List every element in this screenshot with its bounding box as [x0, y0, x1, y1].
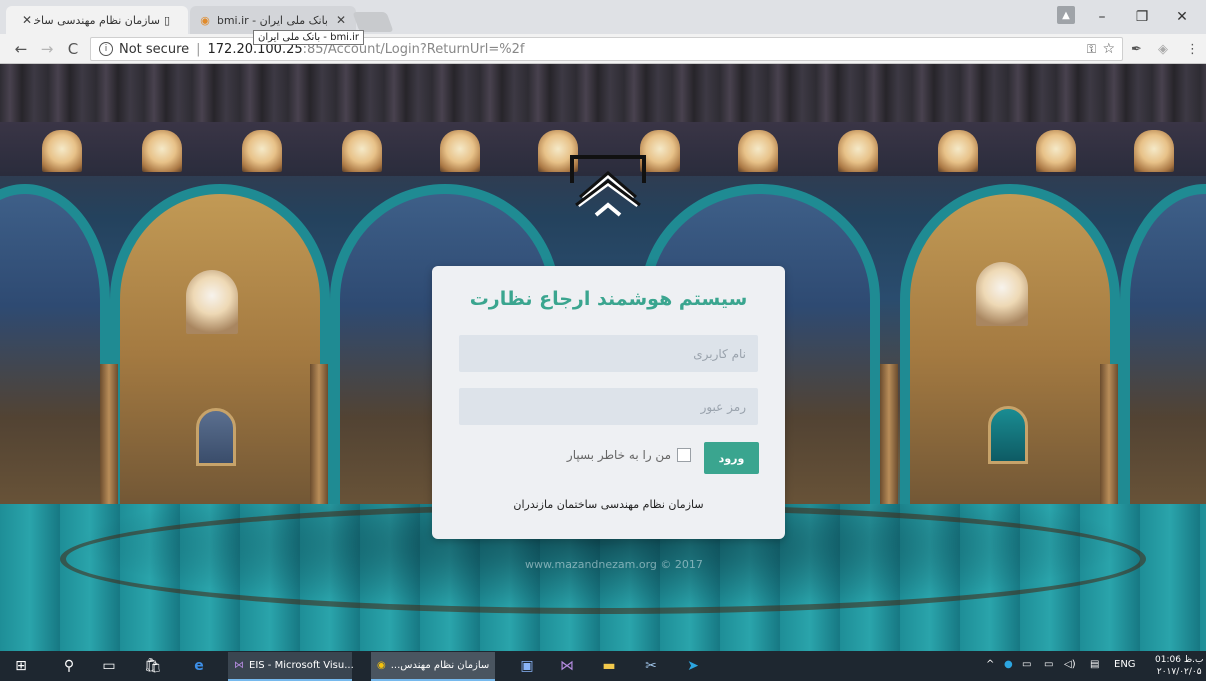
password-input[interactable] — [459, 388, 758, 425]
minimize-button[interactable]: – — [1086, 6, 1118, 28]
store-icon[interactable]: 🛍 — [142, 655, 164, 677]
far-left-arch — [0, 184, 110, 524]
task-view-icon[interactable]: ▭ — [98, 655, 120, 677]
windows-taskbar: ⊞ ⚲ ▭ 🛍 e ⋈ EIS - Microsoft Visu... ◉ ..… — [0, 651, 1206, 681]
login-title: سیستم هوشمند ارجاع نظارت — [469, 288, 748, 310]
copyright-watermark: www.mazandnezam.org © 2017 — [525, 558, 703, 571]
lattice-window — [1134, 130, 1174, 172]
extension-icon[interactable]: ◈ — [1158, 42, 1168, 57]
telegram-icon[interactable]: ➤ — [682, 655, 704, 677]
lattice-window — [1036, 130, 1076, 172]
close-icon[interactable]: ✕ — [20, 13, 34, 27]
new-tab-button[interactable] — [352, 12, 394, 32]
remember-checkbox[interactable] — [677, 448, 691, 462]
taskbar-app-visual-studio[interactable]: ⋈ EIS - Microsoft Visu... — [228, 652, 354, 681]
profile-icon[interactable]: ▲ — [1057, 6, 1075, 24]
right-arch — [900, 184, 1120, 524]
taskbar-app-label: ...سازمان نظام مهندس — [390, 660, 490, 671]
edge-icon[interactable]: e — [188, 655, 210, 677]
taskbar-app-label: EIS - Microsoft Visu... — [249, 660, 354, 671]
remember-label: من را به خاطر بسپار — [566, 448, 671, 462]
address-bar[interactable]: i Not secure | 172.20.100.25:85/Account/… — [90, 37, 1123, 61]
restore-button[interactable]: ❐ — [1126, 6, 1158, 28]
tab-active[interactable]: ✕ سازمان نظام مهندسی ساختمان ▯ — [6, 6, 188, 34]
username-input[interactable] — [459, 335, 758, 372]
lattice-window — [42, 130, 82, 172]
lattice-window — [838, 130, 878, 172]
lattice-window — [342, 130, 382, 172]
left-arch — [110, 184, 330, 524]
visual-studio-icon: ⋈ — [234, 660, 244, 671]
arch-door — [196, 408, 236, 466]
clock-time: 01:06 ب.ظ — [1155, 655, 1204, 665]
address-separator: | — [196, 41, 201, 57]
notification-icon[interactable]: ▤ — [1090, 659, 1099, 670]
lattice-window — [142, 130, 182, 172]
organization-logo — [570, 155, 646, 217]
login-card: سیستم هوشمند ارجاع نظارت من را به خاطر ب… — [432, 266, 785, 539]
remote-desktop-icon[interactable]: ▣ — [516, 655, 538, 677]
network-icon[interactable]: ▭ — [1022, 659, 1031, 670]
clock-date: ۲۰۱۷/۰۲/۰۵ — [1156, 667, 1202, 677]
tab-title: بانک ملی ایران - bmi.ir — [218, 13, 328, 27]
eyedropper-icon[interactable]: ✒ — [1131, 42, 1142, 57]
security-label: Not secure — [119, 41, 190, 57]
system-clock[interactable]: 01:06 ب.ظ ۲۰۱۷/۰۲/۰۵ — [1155, 654, 1203, 678]
arch-door — [988, 406, 1028, 464]
remember-me[interactable]: من را به خاطر بسپار — [567, 448, 691, 462]
back-button[interactable]: ← — [10, 39, 32, 59]
telegram-tray-icon[interactable]: ● — [1004, 659, 1013, 670]
info-icon[interactable]: i — [99, 42, 113, 56]
windows-start-icon[interactable]: ⊞ — [10, 655, 32, 677]
search-icon[interactable]: ⚲ — [58, 655, 80, 677]
language-indicator[interactable]: ENG — [1114, 659, 1136, 670]
volume-icon[interactable]: ◁) — [1064, 659, 1076, 670]
visual-studio-icon[interactable]: ⋈ — [556, 655, 578, 677]
lattice-window — [440, 130, 480, 172]
tab-title: سازمان نظام مهندسی ساختمان — [34, 13, 160, 27]
document-icon: ▯ — [163, 13, 171, 27]
login-button[interactable]: ورود — [704, 442, 759, 474]
arch-lattice-window — [976, 262, 1028, 326]
lattice-window — [242, 130, 282, 172]
taskbar-app-chrome[interactable]: ◉ ...سازمان نظام مهندس — [371, 652, 495, 681]
key-icon[interactable]: ⚿ — [1087, 42, 1096, 57]
file-explorer-icon[interactable]: ▬ — [598, 655, 620, 677]
close-icon[interactable]: ✕ — [334, 13, 348, 27]
reload-button[interactable]: C — [62, 39, 84, 59]
lattice-window — [738, 130, 778, 172]
page-background: سیستم هوشمند ارجاع نظارت من را به خاطر ب… — [0, 64, 1206, 651]
far-right-arch — [1120, 184, 1206, 524]
star-icon[interactable]: ☆ — [1102, 41, 1115, 57]
tools-icon[interactable]: ✂ — [640, 655, 662, 677]
lattice-window — [938, 130, 978, 172]
bmi-icon: ◉ — [200, 13, 210, 27]
monitor-icon[interactable]: ▭ — [1044, 659, 1053, 670]
close-window-button[interactable]: ✕ — [1166, 6, 1198, 28]
tab-strip: ✕ سازمان نظام مهندسی ساختمان ▯ ◉ بانک مل… — [0, 0, 1206, 34]
chrome-icon: ◉ — [377, 660, 386, 671]
ceiling-decoration — [0, 64, 1206, 122]
arch-lattice-window — [186, 270, 238, 334]
forward-button[interactable]: → — [36, 39, 58, 59]
menu-icon[interactable]: ⋮ — [1186, 42, 1199, 57]
tab-tooltip: بانک ملی ایران - bmi.ir — [253, 30, 365, 45]
organization-name: سازمان نظام مهندسی ساختمان مازندران — [513, 498, 704, 511]
browser-toolbar: ← → C i Not secure | 172.20.100.25:85/Ac… — [0, 34, 1206, 64]
chevron-up-icon[interactable]: ^ — [986, 659, 994, 670]
